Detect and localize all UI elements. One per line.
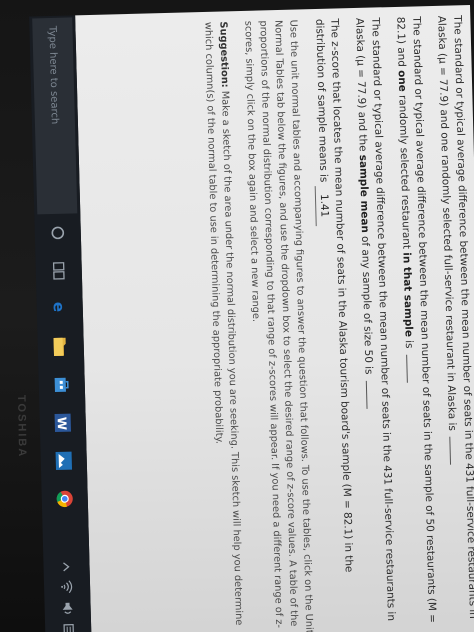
assignment-content: The standard or typical average differen… [75,5,474,632]
instructions-paragraph: Use the unit normal tables and accompany… [240,19,316,632]
store-icon[interactable] [38,365,85,404]
task-view-icon[interactable] [35,251,82,290]
laptop-screen-photo: The standard or typical average differen… [0,0,474,632]
file-explorer-icon[interactable] [37,327,84,366]
photos-icon[interactable] [40,441,87,480]
search-placeholder: Type here to search [46,25,61,125]
mean-text-2: of any sample of size 50 is [359,235,375,375]
question-sample-deviation: The standard or typical average differen… [392,16,439,632]
taskbar-search-box[interactable]: Type here to search [32,17,78,215]
suggestion-text: Make a sketch of the area under the norm… [202,21,245,626]
network-icon[interactable] [44,579,90,594]
chevron-up-icon[interactable] [43,561,89,572]
volume-icon[interactable] [44,601,90,616]
suggestion-label: Suggestion: [217,21,231,88]
instructions-text: Use the unit normal tables and accompany… [242,19,315,632]
question-intro-text: The standard or typical average differen… [435,15,474,619]
sample-answer-blank[interactable] [406,354,418,383]
sample-text-2: randomly selected restaurant [396,94,413,250]
sample-bold-one: one [395,70,409,92]
system-tray [43,561,91,632]
suggestion-paragraph: Suggestion: Make a sketch of the area un… [200,21,246,632]
svg-text:e: e [51,302,68,313]
standard-error-answer-blank[interactable] [365,380,378,409]
question-population-deviation: The standard or typical average differen… [433,15,474,632]
mean-bold-sample-mean: sample mean [356,154,371,233]
svg-text:W: W [55,417,69,431]
population-answer-blank[interactable] [449,436,462,466]
question-zscore: The z-score that locates the mean number… [310,18,357,632]
word-icon[interactable]: W [39,403,86,442]
question-standard-error: The standard or typical average differen… [351,17,398,632]
edge-icon[interactable]: e [36,289,83,328]
chrome-icon[interactable] [41,479,88,518]
rotated-display: The standard or typical average differen… [6,5,474,632]
zscore-prompt-text: The z-score that locates the mean number… [313,18,355,573]
sample-text-3: is [402,340,415,349]
cortana-icon[interactable] [34,213,81,252]
notification-icon[interactable] [45,623,91,632]
zscore-answer-value[interactable]: 1.41 [314,185,332,226]
mean-text-1: The standard or typical average differen… [353,17,398,622]
sample-bold-in-that-sample: in that sample [400,252,415,338]
